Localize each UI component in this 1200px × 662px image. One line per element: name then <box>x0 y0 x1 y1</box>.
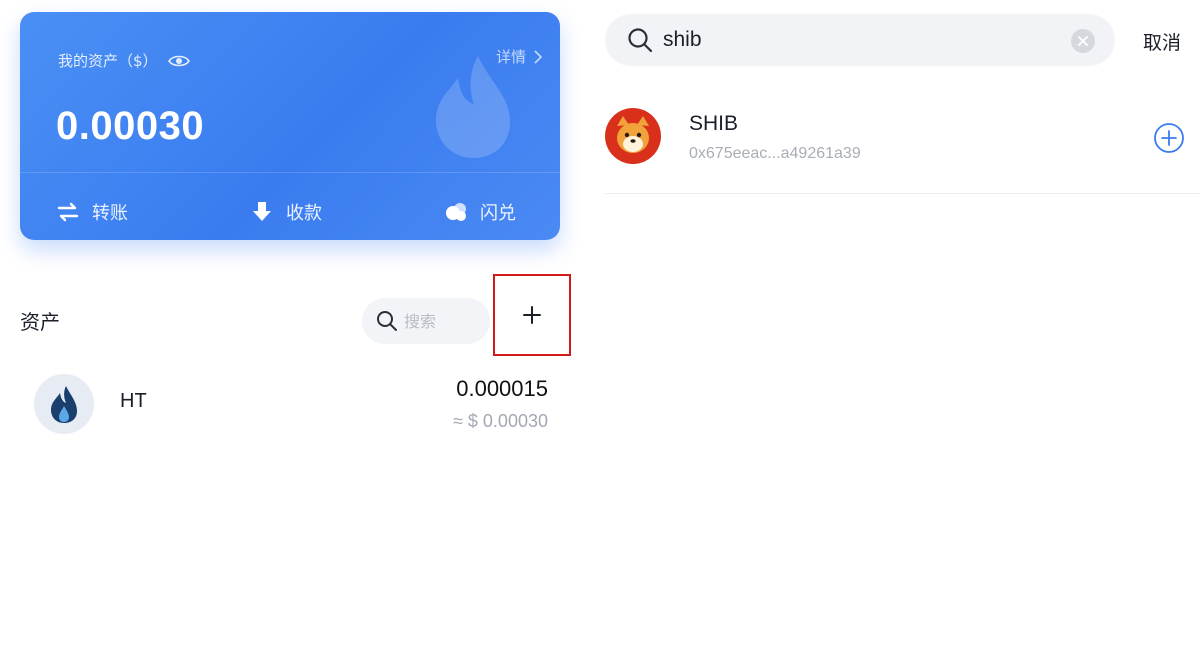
receive-label: 收款 <box>285 203 322 224</box>
clear-search-button[interactable] <box>1071 29 1095 53</box>
total-assets-label: 我的资产（$） <box>58 52 158 70</box>
close-icon <box>1078 36 1088 46</box>
asset-search-input[interactable] <box>404 311 484 331</box>
eye-icon[interactable] <box>167 53 190 69</box>
total-assets-label-group: 我的资产（$） <box>58 50 190 71</box>
shib-token-icon <box>605 108 661 164</box>
card-divider <box>20 172 560 173</box>
swap-button[interactable]: 闪兑 <box>363 199 560 225</box>
add-token-plus-icon[interactable] <box>1153 122 1185 154</box>
search-result-shib[interactable]: SHIB 0x675eeac...a49261a39 <box>605 102 1200 194</box>
asset-row-ht[interactable]: HT 0.000015 ≈ $ 0.00030 <box>20 368 560 440</box>
add-asset-button[interactable] <box>493 274 571 356</box>
result-token-symbol: SHIB <box>689 112 739 135</box>
search-icon <box>377 311 397 331</box>
swap-label: 闪兑 <box>479 203 516 224</box>
huobi-flame-watermark-icon <box>436 56 510 158</box>
asset-usd-value: ≈ $ 0.00030 <box>453 411 548 431</box>
chevron-right-icon <box>534 49 542 64</box>
cancel-button[interactable]: 取消 <box>1143 28 1181 55</box>
transfer-label: 转账 <box>92 203 128 224</box>
details-link[interactable]: 详情 <box>496 46 542 67</box>
asset-amount: 0.000015 <box>456 376 548 401</box>
transfer-icon <box>57 202 79 222</box>
card-actions: 转账 收款 闪兑 <box>20 182 560 240</box>
ht-token-icon <box>34 374 94 434</box>
receive-button[interactable]: 收款 <box>209 199 362 225</box>
download-arrow-icon <box>252 202 271 221</box>
asset-search[interactable] <box>362 298 490 344</box>
wallet-card: 我的资产（$） 详情 0.00030 转账 收款 闪兑 <box>20 12 560 240</box>
assets-section-title: 资产 <box>20 310 60 334</box>
token-search-bar[interactable] <box>605 14 1115 66</box>
plus-icon <box>523 306 541 324</box>
asset-name: HT <box>120 390 147 412</box>
token-search-input[interactable] <box>663 28 1043 52</box>
search-icon <box>628 28 653 53</box>
swap-icon <box>445 203 466 221</box>
total-balance: 0.00030 <box>56 104 205 148</box>
result-contract-address: 0x675eeac...a49261a39 <box>689 145 861 162</box>
transfer-button[interactable]: 转账 <box>20 199 209 225</box>
details-label: 详情 <box>495 48 526 66</box>
